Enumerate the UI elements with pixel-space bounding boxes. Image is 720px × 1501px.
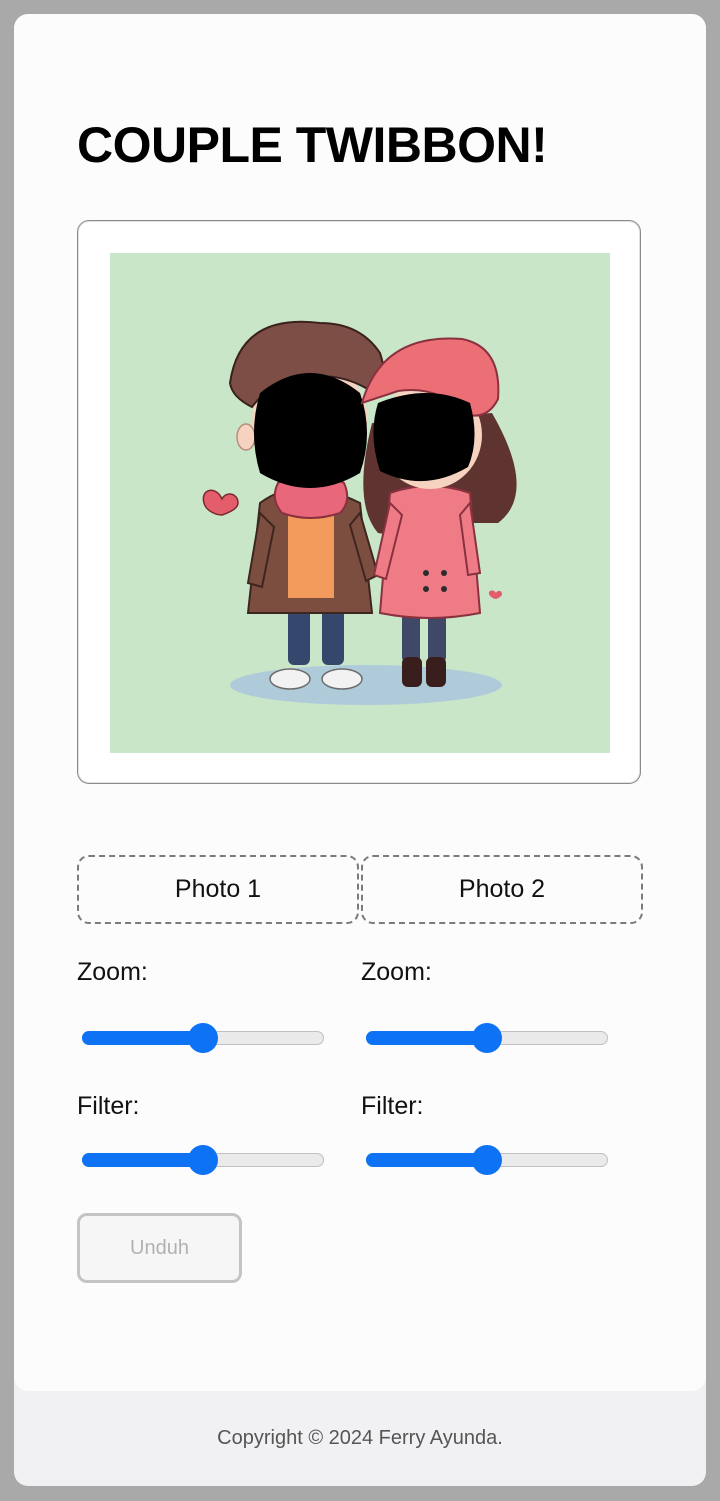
app-frame: COUPLE TWIBBON! Photo 1 Photo 2 Zoom: Zo… — [14, 14, 706, 1486]
slider-thumb[interactable] — [188, 1023, 218, 1053]
photo-1-upload-button[interactable]: Photo 1 — [77, 855, 359, 924]
twibbon-canvas — [110, 253, 610, 753]
photo-1-filter-label: Filter: — [77, 1092, 140, 1120]
photo-2-zoom-slider[interactable] — [364, 1023, 610, 1053]
slider-thumb[interactable] — [188, 1145, 218, 1175]
slider-thumb[interactable] — [472, 1145, 502, 1175]
main-card: COUPLE TWIBBON! Photo 1 Photo 2 Zoom: Zo… — [14, 14, 706, 1391]
photo-2-zoom-label: Zoom: — [361, 958, 432, 986]
twibbon-preview — [77, 220, 641, 784]
slider-fill — [82, 1031, 203, 1045]
heart-icon — [202, 489, 239, 516]
couple-illustration — [202, 320, 517, 705]
photo-2-filter-slider[interactable] — [364, 1145, 610, 1175]
photo-2-upload-button[interactable]: Photo 2 — [361, 855, 643, 924]
slider-fill — [82, 1153, 203, 1167]
slider-fill — [366, 1031, 487, 1045]
photo-1-zoom-slider[interactable] — [80, 1023, 326, 1053]
photo-1-zoom-label: Zoom: — [77, 958, 148, 986]
download-button[interactable]: Unduh — [77, 1213, 242, 1283]
photo-1-filter-slider[interactable] — [80, 1145, 326, 1175]
photo-2-filter-label: Filter: — [361, 1092, 424, 1120]
page-title: COUPLE TWIBBON! — [77, 117, 548, 173]
slider-thumb[interactable] — [472, 1023, 502, 1053]
heart-icon — [488, 590, 502, 599]
footer-copyright: Copyright © 2024 Ferry Ayunda. — [217, 1427, 503, 1449]
slider-fill — [366, 1153, 487, 1167]
